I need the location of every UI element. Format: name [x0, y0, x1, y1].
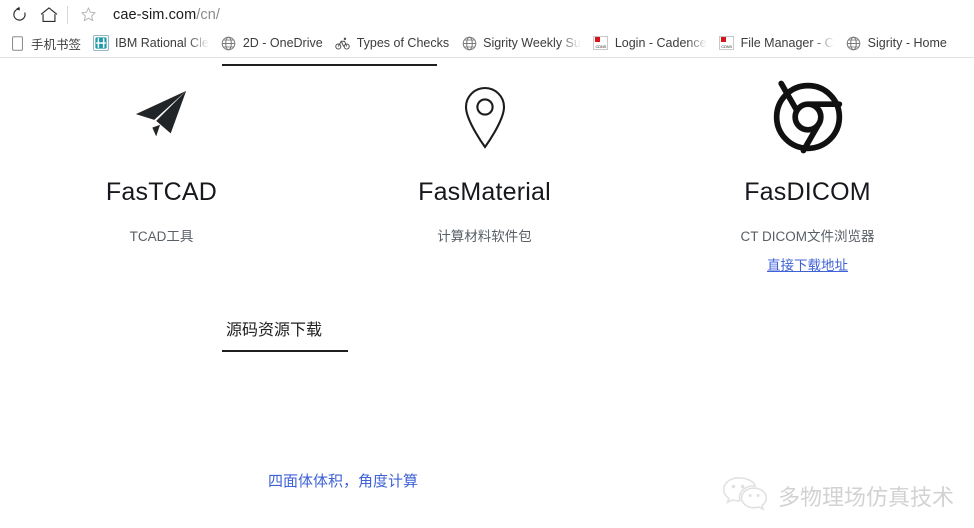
- top-section-rule: [222, 64, 437, 66]
- card-title: FasDICOM: [744, 178, 871, 206]
- card-title: FasTCAD: [105, 178, 218, 206]
- card-subtitle: CT DICOM文件浏览器: [740, 229, 875, 244]
- bookmark-label: 2D - OneDrive: [242, 36, 323, 50]
- bookmark-item-types-of-checks[interactable]: Types of Checks: [330, 32, 454, 54]
- map-pin-icon: [323, 78, 646, 156]
- bookmark-item-file-manager[interactable]: File Manager - C: [714, 32, 839, 54]
- bookmark-label: Types of Checks: [356, 36, 450, 50]
- bookmark-label: 手机书签: [31, 37, 82, 52]
- bookmark-item-sigrity-weekly[interactable]: Sigrity Weekly Su: [456, 32, 586, 54]
- bookmark-item-sigrity-home[interactable]: Sigrity - Home: [841, 32, 952, 54]
- section-rule: [222, 350, 348, 352]
- home-button[interactable]: [34, 2, 64, 28]
- card-download-link[interactable]: 直接下载地址: [646, 254, 969, 274]
- bookmark-item-2d-onedrive[interactable]: 2D - OneDrive: [216, 32, 328, 54]
- section-title: 源码资源下载: [226, 322, 323, 339]
- phone-icon: [9, 35, 25, 51]
- card-subtitle: 计算材料软件包: [437, 229, 532, 244]
- bookmark-item-ibm-rational[interactable]: IBM Rational Cle: [88, 32, 214, 54]
- bookmark-item-mobile[interactable]: 手机书签: [4, 32, 86, 54]
- bike-icon: [335, 35, 351, 51]
- bookmark-label: Login - Cadence: [614, 36, 707, 50]
- cdns-icon: [719, 35, 735, 51]
- star-icon: [80, 7, 96, 22]
- product-card-fastcad[interactable]: FasTCAD TCAD工具: [0, 78, 323, 274]
- bookmark-label: Sigrity - Home: [867, 36, 947, 50]
- url-domain: cae-sim.com: [113, 6, 197, 23]
- cdns-icon: [593, 35, 609, 51]
- watermark: 多物理场仿真技术: [722, 475, 954, 516]
- watermark-text: 多物理场仿真技术: [777, 485, 954, 511]
- card-subtitle: TCAD工具: [129, 229, 194, 244]
- url-path: /cn/: [196, 6, 221, 23]
- page-content: FasTCAD TCAD工具 FasMaterial 计算材料软件包 FasDI…: [0, 58, 974, 528]
- bookmark-label: File Manager - C: [740, 36, 834, 50]
- globe-icon: [221, 35, 237, 51]
- source-download-section: 源码资源下载: [222, 316, 348, 352]
- resource-link-list: 四面体体积，角度计算: [268, 470, 418, 491]
- product-card-list: FasTCAD TCAD工具 FasMaterial 计算材料软件包 FasDI…: [0, 78, 974, 274]
- card-title: FasMaterial: [418, 178, 551, 206]
- browser-toolbar: cae-sim.com/cn/: [0, 0, 974, 29]
- reload-button[interactable]: [4, 2, 34, 28]
- ibm-rational-icon: [93, 35, 110, 51]
- home-icon: [40, 6, 58, 22]
- paper-plane-icon: [0, 78, 323, 156]
- product-card-fasdicom[interactable]: FasDICOM CT DICOM文件浏览器 直接下载地址: [646, 78, 969, 274]
- toolbar-divider: [67, 5, 68, 24]
- bookmark-item-login-cadence[interactable]: Login - Cadence: [588, 32, 712, 54]
- bookmarks-bar: 手机书签 IBM Rational Cle 2D - OneDrive Type…: [0, 29, 974, 58]
- globe-icon: [461, 35, 477, 51]
- product-card-fasmaterial[interactable]: FasMaterial 计算材料软件包: [323, 78, 646, 274]
- wechat-icon: [722, 475, 768, 516]
- bookmark-label: IBM Rational Cle: [115, 36, 209, 50]
- globe-icon: [846, 35, 862, 51]
- bookmark-label: Sigrity Weekly Su: [483, 36, 581, 50]
- reload-icon: [12, 6, 26, 21]
- chrome-icon: [646, 78, 969, 156]
- address-bar[interactable]: cae-sim.com/cn/: [113, 7, 220, 23]
- resource-link[interactable]: 四面体体积，角度计算: [268, 473, 418, 490]
- bookmark-star-button[interactable]: [73, 2, 103, 28]
